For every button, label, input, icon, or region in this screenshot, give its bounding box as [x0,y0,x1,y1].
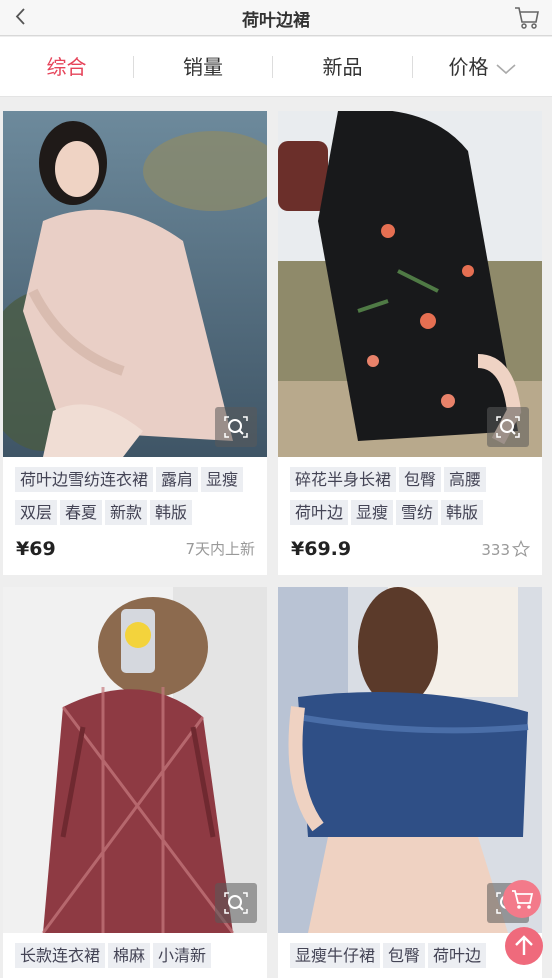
tag[interactable]: 荷叶边 [428,943,487,968]
zoom-button[interactable] [215,883,257,923]
arrow-up-icon [515,935,533,955]
favorite-count-label: 333 [481,541,510,559]
tag[interactable]: 韩版 [150,500,193,525]
tag-list: 荷叶边雪纺连衣裙 露肩 显瘦双层 春夏 新款 韩版 [15,463,261,529]
floating-cart-button[interactable] [503,880,541,918]
sort-bar: 综合 销量 新品 价格 [0,37,552,97]
tag-list: 长款连衣裙 棉麻 小清新 [15,939,261,972]
page-title: 荷叶边裙 [242,11,310,31]
tag[interactable]: 棉麻 [108,943,151,968]
cart-button[interactable] [512,3,542,31]
tab-price[interactable]: 价格 [413,37,552,97]
tag[interactable]: 长款连衣裙 [15,943,106,968]
cart-icon [512,890,534,909]
tag[interactable]: 碎花半身长裙 [290,467,397,492]
product-grid: 荷叶边雪纺连衣裙 露肩 显瘦双层 春夏 新款 韩版 ¥69 7天内上新 碎花半身… [0,97,552,978]
tag[interactable]: 显瘦 [201,467,244,492]
favorite-count[interactable]: 333 [481,540,530,559]
tag[interactable]: 新款 [105,500,148,525]
zoom-icon [224,892,248,914]
product-image[interactable] [3,111,267,457]
product-image[interactable] [3,587,267,933]
top-bar: 荷叶边裙 [0,0,552,36]
star-icon [512,540,530,557]
tab-sales[interactable]: 销量 [134,37,272,97]
tab-new[interactable]: 新品 [273,37,412,97]
back-to-top-button[interactable] [505,927,543,965]
product-card[interactable]: 荷叶边雪纺连衣裙 露肩 显瘦双层 春夏 新款 韩版 ¥69 7天内上新 [3,111,267,575]
zoom-icon [224,416,248,438]
tag[interactable]: 春夏 [60,500,103,525]
product-price: ¥69 [16,538,56,560]
product-price: ¥69.9 [291,538,352,560]
zoom-button[interactable] [215,407,257,447]
tab-price-label: 价格 [448,55,489,79]
tag-list: 显瘦牛仔裙 包臀 荷叶边 [290,939,536,972]
zoom-icon [496,416,520,438]
product-card[interactable]: 长款连衣裙 棉麻 小清新 [3,587,267,978]
tag[interactable]: 高腰 [444,467,487,492]
tag[interactable]: 荷叶边雪纺连衣裙 [15,467,154,492]
new-arrival-label: 7天内上新 [185,540,255,558]
chevron-down-icon [495,63,516,74]
zoom-button[interactable] [487,407,529,447]
tag[interactable]: 雪纺 [396,500,439,525]
cart-icon [515,7,539,29]
tab-comprehensive[interactable]: 综合 [0,37,133,97]
product-image[interactable] [278,111,542,457]
product-card[interactable]: 显瘦牛仔裙 包臀 荷叶边 [278,587,542,978]
tag[interactable]: 显瘦牛仔裙 [290,943,381,968]
product-card[interactable]: 碎花半身长裙 包臀 高腰荷叶边 显瘦 雪纺 韩版 ¥69.9 333 [278,111,542,575]
tag-list: 碎花半身长裙 包臀 高腰荷叶边 显瘦 雪纺 韩版 [290,463,536,529]
tag[interactable]: 露肩 [156,467,199,492]
tag[interactable]: 小清新 [153,943,212,968]
tag[interactable]: 显瘦 [351,500,394,525]
tag[interactable]: 双层 [15,500,58,525]
tag[interactable]: 韩版 [441,500,484,525]
tag[interactable]: 荷叶边 [290,500,349,525]
tag[interactable]: 包臀 [383,943,426,968]
tag[interactable]: 包臀 [399,467,442,492]
